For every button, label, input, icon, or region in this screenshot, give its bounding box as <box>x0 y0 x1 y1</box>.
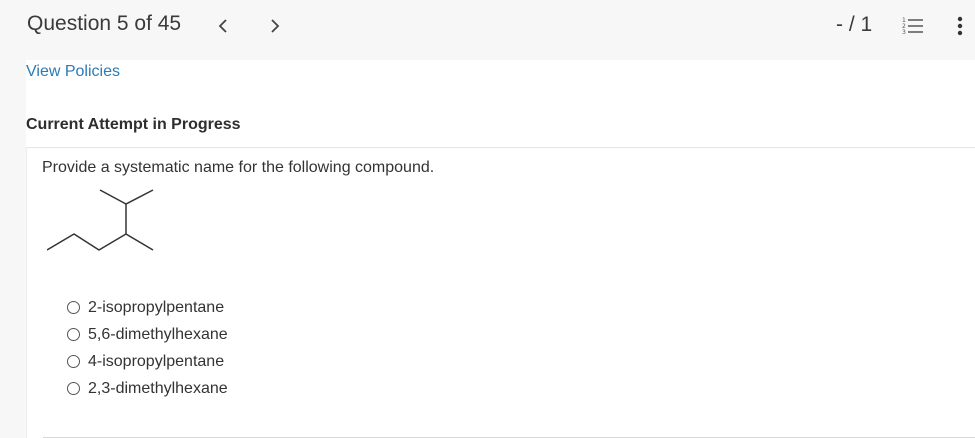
answer-options: 2-isopropylpentane 5,6-dimethylhexane 4-… <box>67 294 228 402</box>
radio-button[interactable] <box>67 355 80 368</box>
previous-question-button[interactable] <box>212 14 234 38</box>
radio-button[interactable] <box>67 382 80 395</box>
vertical-ellipsis-icon <box>957 16 963 36</box>
attempt-heading: Current Attempt in Progress <box>26 116 241 133</box>
answer-option-label: 4-isopropylpentane <box>88 352 225 370</box>
quiz-page: Question 5 of 45 - / 1 1 2 3 View Polici… <box>0 0 975 438</box>
radio-button[interactable] <box>67 301 80 314</box>
chevron-left-icon <box>218 19 227 33</box>
svg-text:3: 3 <box>902 29 906 36</box>
more-options-button[interactable] <box>952 14 968 38</box>
question-list-button[interactable]: 1 2 3 <box>900 14 926 38</box>
radio-button[interactable] <box>67 328 80 341</box>
next-question-button[interactable] <box>264 14 286 38</box>
answer-option-label: 2,3-dimethylhexane <box>88 379 228 397</box>
question-title: Question 5 of 45 <box>27 12 182 35</box>
question-panel: Provide a systematic name for the follow… <box>26 148 975 438</box>
answer-option-label: 5,6-dimethylhexane <box>88 325 228 343</box>
view-policies-link[interactable]: View Policies <box>26 63 120 81</box>
answer-option[interactable]: 2-isopropylpentane <box>67 294 228 321</box>
compound-structure-image <box>47 189 154 251</box>
answer-option[interactable]: 2,3-dimethylhexane <box>67 375 228 402</box>
chevron-right-icon <box>271 19 280 33</box>
question-prompt: Provide a systematic name for the follow… <box>42 159 435 176</box>
numbered-list-icon: 1 2 3 <box>902 17 923 36</box>
answer-option[interactable]: 5,6-dimethylhexane <box>67 321 228 348</box>
score-display: - / 1 <box>836 13 873 36</box>
question-header: Question 5 of 45 - / 1 1 2 3 <box>0 0 975 60</box>
answer-option-label: 2-isopropylpentane <box>88 298 225 316</box>
main-content: View Policies Current Attempt in Progres… <box>26 60 975 438</box>
answer-option[interactable]: 4-isopropylpentane <box>67 348 228 375</box>
